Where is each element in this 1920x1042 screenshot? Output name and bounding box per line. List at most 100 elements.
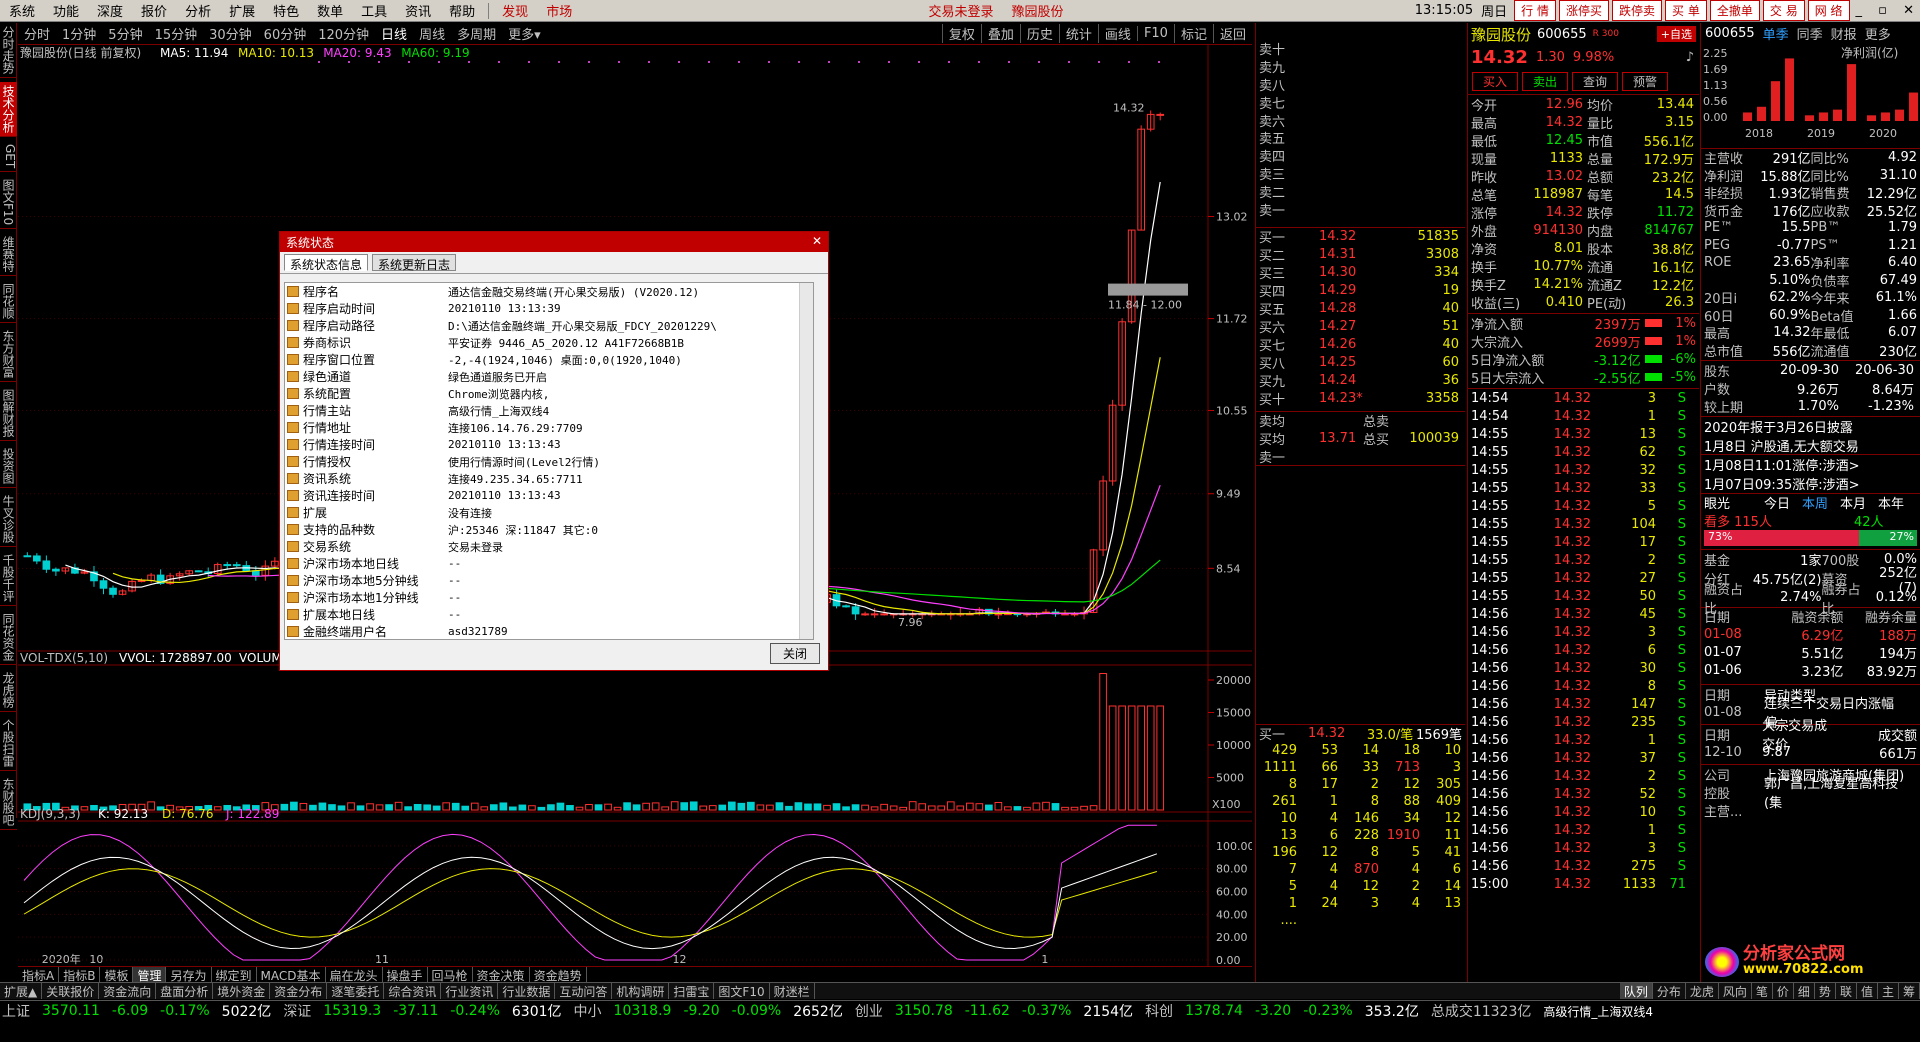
toolbar-btn-7[interactable]: 返回	[1212, 24, 1252, 43]
bottom-tab-7[interactable]: 综合资讯	[384, 983, 442, 999]
bottom-tab-8[interactable]: 行业资讯	[441, 983, 499, 999]
sentiment-tab-0[interactable]: 今日	[1764, 493, 1802, 512]
indicator-tab-2[interactable]: 模板	[100, 967, 134, 983]
bid-row[interactable]: 买七 14.26 40	[1256, 336, 1465, 354]
ask-row[interactable]: 卖六	[1256, 111, 1465, 130]
indicator-tab-5[interactable]: 绑定到	[212, 967, 257, 983]
action-button-2[interactable]: 查询	[1572, 72, 1619, 91]
period-3[interactable]: 15分钟	[149, 24, 204, 43]
btn-trade[interactable]: 交 易	[1762, 0, 1805, 21]
period-10[interactable]: 更多▾	[502, 24, 547, 43]
indicator-tab-8[interactable]: 操盘手	[383, 967, 428, 983]
left-tab-8[interactable]: 投资图	[0, 445, 17, 489]
period-4[interactable]: 30分钟	[203, 24, 258, 43]
bottom-tab-22[interactable]: 势	[1815, 983, 1836, 999]
add-watchlist-button[interactable]: +自选	[1656, 26, 1696, 42]
indicator-tab-7[interactable]: 扁在龙头	[326, 967, 383, 983]
bottom-tab-14[interactable]: 财迷栏	[770, 983, 815, 999]
ask-row[interactable]: 卖五	[1256, 129, 1465, 147]
sentiment-tab-3[interactable]: 本年	[1878, 493, 1916, 512]
bottom-tab-9[interactable]: 行业数据	[498, 983, 556, 999]
f10-note[interactable]: 1月07日09:35涨停:涉酒>	[1701, 474, 1920, 493]
indicator-tab-4[interactable]: 另存为	[166, 967, 212, 983]
bid-row[interactable]: 买十 14.23* 3358	[1256, 390, 1465, 408]
f10-tab-2[interactable]: 财报	[1831, 24, 1857, 43]
left-tab-13[interactable]: 个股扫雷	[0, 716, 17, 772]
f10-note[interactable]: 2020年报于3月26日披露	[1701, 417, 1920, 436]
btn-limit-down-sell[interactable]: 跌停卖	[1612, 0, 1663, 21]
left-tab-14[interactable]: 东财股吧	[0, 775, 17, 831]
btn-buy-order[interactable]: 买 单	[1665, 0, 1707, 21]
toolbar-btn-1[interactable]: 叠加	[980, 24, 1020, 43]
bottom-tab-11[interactable]: 机构调研	[612, 983, 670, 999]
ask-row[interactable]: 卖十	[1256, 40, 1465, 58]
left-tab-5[interactable]: 同花顺	[0, 280, 17, 324]
f10-tab-3[interactable]: 更多	[1865, 24, 1891, 43]
menu-news[interactable]: 资讯	[396, 1, 440, 20]
bottom-tab-5[interactable]: 资金分布	[270, 983, 328, 999]
bid-row[interactable]: 买一 14.32 51835	[1256, 228, 1465, 246]
indicator-tab-0[interactable]: 指标A	[18, 967, 60, 983]
left-tab-11[interactable]: 同花资金	[0, 610, 17, 666]
action-button-1[interactable]: 卖出	[1522, 72, 1569, 91]
index-name[interactable]: 中小	[574, 1001, 602, 1021]
ask-row[interactable]: 卖八	[1256, 76, 1465, 94]
window-controls[interactable]: _ ▫ ✕	[1856, 3, 1920, 18]
menu-feature[interactable]: 特色	[264, 1, 308, 20]
btn-quote[interactable]: 行 情	[1514, 0, 1556, 21]
scrollbar[interactable]	[799, 283, 813, 639]
btn-cancel-all[interactable]: 全撤单	[1709, 0, 1760, 21]
menu-quote[interactable]: 报价	[132, 1, 176, 20]
btn-network[interactable]: 网 络	[1807, 0, 1850, 21]
index-name[interactable]: 上证	[2, 1001, 30, 1021]
left-tab-9[interactable]: 牛叉诊股	[0, 492, 17, 548]
ask-row[interactable]: 卖七	[1256, 93, 1465, 112]
menu-depth[interactable]: 深度	[88, 1, 132, 20]
indicator-tab-1[interactable]: 指标B	[59, 967, 101, 983]
index-name[interactable]: 深证	[283, 1001, 311, 1021]
ask-row[interactable]: 卖四	[1256, 147, 1465, 165]
menu-market[interactable]: 市场	[537, 1, 581, 20]
bottom-tab-4[interactable]: 境外资金	[213, 983, 271, 999]
status-list[interactable]: 程序名 通达信金融交易终端(开心果交易版) (V2020.12) 程序启动时间 202…	[284, 282, 814, 640]
period-6[interactable]: 120分钟	[312, 24, 375, 43]
action-button-3[interactable]: 预警	[1622, 72, 1669, 91]
menu-extend[interactable]: 扩展	[220, 1, 264, 20]
ask-row[interactable]: 卖九	[1256, 58, 1465, 76]
toolbar-btn-4[interactable]: 画线	[1097, 24, 1137, 43]
left-tab-1[interactable]: 技术分析	[0, 82, 17, 137]
action-button-0[interactable]: 买入	[1472, 72, 1519, 91]
sentiment-tab-2[interactable]: 本月	[1840, 493, 1878, 512]
left-tab-12[interactable]: 龙虎榜	[0, 669, 17, 713]
f10-note[interactable]: 1月8日 沪股通,无大额交易	[1701, 436, 1920, 455]
bottom-tab-18[interactable]: 风向	[1719, 983, 1752, 999]
left-tab-2[interactable]: GET	[0, 141, 17, 173]
period-9[interactable]: 多周期	[451, 24, 502, 43]
period-2[interactable]: 5分钟	[102, 24, 148, 43]
bottom-tab-15[interactable]: 队列	[1619, 983, 1653, 999]
toolbar-btn-5[interactable]: F10	[1136, 26, 1174, 41]
index-name[interactable]: 创业	[855, 1001, 883, 1021]
period-7[interactable]: 日线	[375, 24, 413, 43]
indicator-tab-11[interactable]: 资金趋势	[530, 967, 587, 983]
menu-tools[interactable]: 工具	[352, 1, 396, 20]
bottom-tab-3[interactable]: 盘面分析	[156, 983, 214, 999]
bid-row[interactable]: 买六 14.27 51	[1256, 318, 1465, 336]
btn-limit-up-buy[interactable]: 涨停买	[1559, 0, 1610, 21]
ask-row[interactable]: 卖一	[1256, 200, 1465, 219]
toolbar-btn-6[interactable]: 标记	[1173, 24, 1213, 43]
left-tab-4[interactable]: 维赛特	[0, 233, 17, 277]
bottom-tab-2[interactable]: 资金流向	[99, 983, 157, 999]
bid-row[interactable]: 买九 14.24 36	[1256, 372, 1465, 390]
ask-row[interactable]: 卖二	[1256, 182, 1465, 201]
indicator-tab-3[interactable]: 管理	[133, 967, 167, 983]
bottom-tab-16[interactable]: 分布	[1653, 983, 1686, 999]
bottom-tab-12[interactable]: 扫雷宝	[669, 983, 715, 999]
bottom-tab-26[interactable]: 筹	[1899, 983, 1920, 999]
bottom-tab-21[interactable]: 细	[1794, 983, 1815, 999]
menu-orders[interactable]: 数单	[308, 1, 352, 20]
menu-analysis[interactable]: 分析	[176, 1, 220, 20]
bid-row[interactable]: 买二 14.31 3308	[1256, 246, 1465, 264]
f10-tab-0[interactable]: 单季	[1763, 24, 1789, 43]
period-1[interactable]: 1分钟	[56, 24, 102, 43]
